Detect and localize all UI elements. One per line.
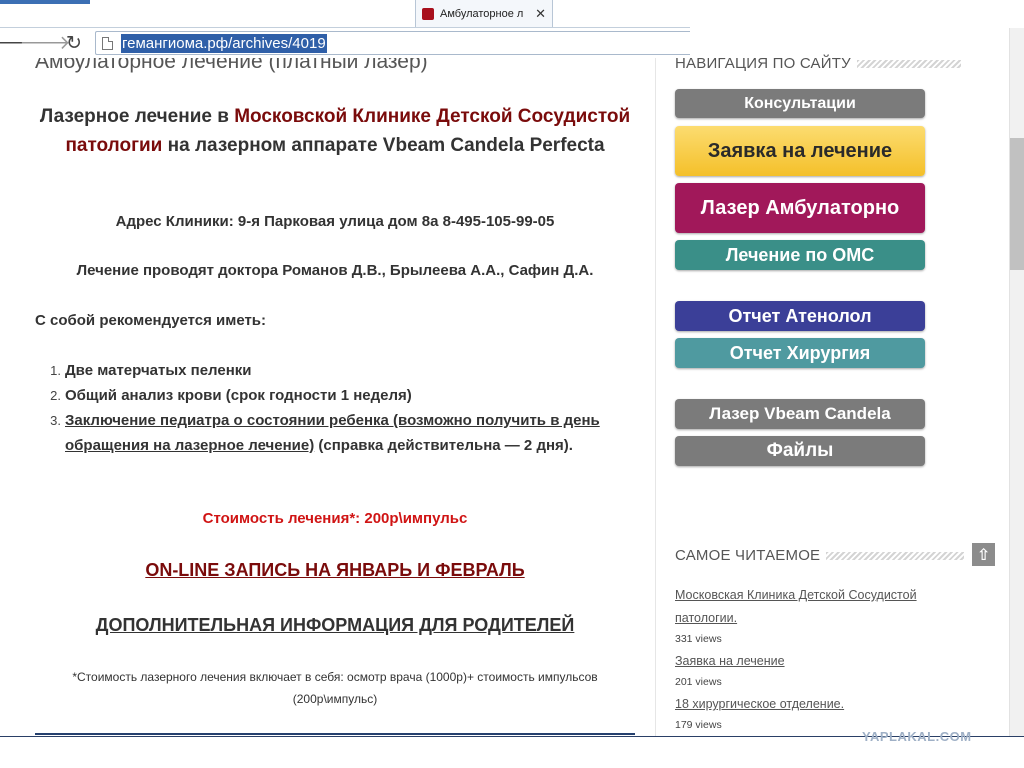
popular-heading-text: САМОЕ ЧИТАЕМОЕ [675, 547, 821, 564]
watermark: YAPLAKAL.COM [862, 729, 972, 744]
doctors-line: Лечение проводят доктора Романов Д.В., Б… [76, 262, 594, 279]
nav-button-label: Консультации [744, 94, 856, 112]
popular-link[interactable]: Заявка на лечение [675, 650, 955, 673]
nav-button-label: Файлы [766, 440, 834, 461]
parents-info-link[interactable]: ДОПОЛНИТЕЛЬНАЯ ИНФОРМАЦИЯ ДЛЯ РОДИТЕЛЕЙ [35, 615, 635, 636]
tab-strip: Амбулаторное л ✕ [0, 0, 690, 28]
nav-button-label: Лазер Амбулаторно [700, 196, 900, 219]
page-title: Амбулаторное лечение (платный лазер) [35, 58, 428, 73]
popular-link[interactable]: Московская Клиника Детской Сосудистой па… [675, 584, 955, 630]
address-bar[interactable]: гемангиома.рф/archives/4019 [95, 31, 690, 55]
nav-button-files[interactable]: Файлы [675, 436, 925, 466]
intro-text: Лазерное лечение в [39, 106, 235, 127]
nav-button-request[interactable]: Заявка на лечение [675, 126, 925, 176]
online-booking-link[interactable]: ON-LINE ЗАПИСЬ НА ЯНВАРЬ И ФЕВРАЛЬ [35, 560, 635, 581]
nav-button-label: Заявка на лечение [707, 139, 893, 162]
browser-toolbar: 🡐 🡒 ↻ гемангиома.рф/archives/4019 [0, 28, 690, 58]
nav-button-laser-outpatient[interactable]: Лазер Амбулаторно [675, 183, 925, 233]
forward-arrow-icon[interactable]: 🡒 [20, 30, 71, 56]
column-separator [655, 58, 656, 736]
tab-strip-edge [0, 0, 90, 4]
popular-views: 201 views [675, 676, 722, 688]
list-item: 3. Заключение педиатра о состоянии ребен… [35, 408, 635, 458]
page-icon [102, 36, 113, 50]
browser-tab[interactable]: Амбулаторное л ✕ [415, 0, 553, 27]
content-divider [35, 733, 635, 735]
tab-title: Амбулаторное л [440, 7, 524, 20]
article-content: Амбулаторное лечение (платный лазер) Лаз… [0, 58, 655, 736]
list-item: 1. Две матерчатых пеленки [35, 358, 635, 383]
nav-button-oms[interactable]: Лечение по ОМС [675, 240, 925, 270]
nav-button-label: Лечение по ОМС [725, 244, 875, 265]
nav-button-atenolol[interactable]: Отчет Атенолол [675, 301, 925, 331]
nav-button-consultations[interactable]: Консультации [675, 89, 925, 118]
price-line: Стоимость лечения*: 200р\импульс [202, 510, 468, 527]
list-item: 2. Общий анализ крови (срок годности 1 н… [35, 383, 635, 408]
heading-stripes [826, 551, 965, 560]
list-number: 2. [50, 388, 61, 403]
nav-button-label: Отчет Атенолол [728, 305, 872, 326]
url-text[interactable]: гемангиома.рф/archives/4019 [121, 33, 327, 53]
scrollbar-thumb[interactable] [1010, 138, 1024, 270]
nav-button-vbeam[interactable]: Лазер Vbeam Candela [675, 399, 925, 429]
popular-link[interactable]: 18 хирургическое отделение. [675, 693, 955, 716]
intro-text-2: на лазерном аппарате Vbeam Candela Perfe… [162, 135, 605, 156]
page-scrollbar[interactable] [1009, 28, 1024, 736]
list-text: Общий анализ крови (срок годности 1 неде… [65, 387, 412, 404]
close-icon[interactable]: ✕ [535, 6, 546, 22]
list-text: Две матерчатых пеленки [65, 362, 252, 379]
reload-icon[interactable]: ↻ [61, 30, 87, 56]
nav-heading: НАВИГАЦИЯ ПО САЙТУ [675, 55, 961, 72]
nav-button-surgery[interactable]: Отчет Хирургия [675, 338, 925, 368]
clinic-address: Адрес Клиники: 9-я Парковая улица дом 8а… [115, 213, 555, 230]
list-number: 3. [50, 413, 61, 428]
nav-heading-text: НАВИГАЦИЯ ПО САЙТУ [675, 55, 851, 72]
popular-heading: САМОЕ ЧИТАЕМОЕ [675, 547, 965, 564]
scroll-to-top-icon[interactable]: ⇧ [972, 543, 995, 566]
recommend-list: 1. Две матерчатых пеленки 2. Общий анали… [35, 358, 635, 458]
price-footnote: *Стоимость лазерного лечения включает в … [72, 670, 598, 706]
heading-stripes [856, 59, 961, 68]
nav-button-label: Отчет Хирургия [729, 342, 871, 363]
popular-views: 331 views [675, 633, 722, 645]
list-text-rest: (справка действительна — 2 дня). [314, 437, 573, 454]
list-text: Заключение педиатра о состоянии ребенка … [65, 408, 635, 458]
list-number: 1. [50, 363, 61, 378]
intro-paragraph: Лазерное лечение в Московской Клинике Де… [35, 102, 635, 160]
nav-button-label: Лазер Vbeam Candela [709, 404, 891, 423]
favicon-icon [422, 7, 434, 20]
recommend-title: С собой рекомендуется иметь: [35, 312, 267, 329]
popular-list: Московская Клиника Детской Сосудистой па… [675, 584, 955, 736]
